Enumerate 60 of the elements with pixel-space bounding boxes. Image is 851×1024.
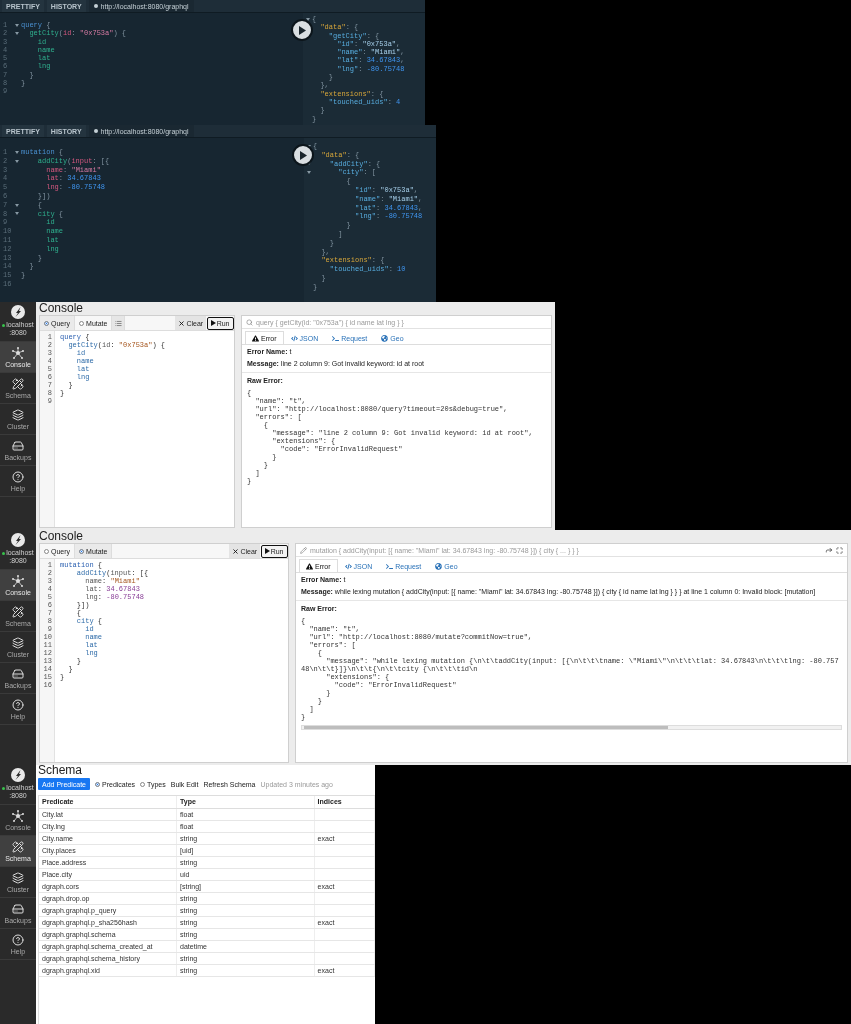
scrollbar[interactable] <box>301 725 842 730</box>
pencil-ruler-icon <box>12 377 24 390</box>
hub-icon <box>12 809 24 822</box>
layers-icon <box>12 408 24 421</box>
radio-icon[interactable] <box>44 548 49 554</box>
radio-icon[interactable] <box>95 781 100 787</box>
play-icon <box>299 150 307 160</box>
terminal-icon <box>332 334 340 342</box>
run-button[interactable] <box>292 144 314 166</box>
play-icon <box>264 548 270 554</box>
fold-icon[interactable] <box>15 23 19 27</box>
page-title: Schema <box>38 765 84 776</box>
logo-icon <box>11 305 25 319</box>
hub-icon <box>12 346 24 359</box>
globe-icon <box>435 562 443 570</box>
code-icon <box>344 562 352 570</box>
code-icon <box>290 334 298 342</box>
radio-icon[interactable] <box>140 781 146 787</box>
pencil-ruler-icon <box>12 840 24 853</box>
page-title: Console <box>39 302 85 314</box>
help-icon <box>12 470 24 483</box>
warning-icon <box>306 562 313 570</box>
globe-icon <box>381 334 389 342</box>
play-icon <box>298 25 306 35</box>
close-icon <box>232 547 240 555</box>
hard-drive-icon <box>12 667 24 680</box>
logo-icon <box>11 533 25 547</box>
fold-icon[interactable] <box>307 171 311 175</box>
close-icon <box>178 319 186 327</box>
fold-icon[interactable] <box>15 212 19 216</box>
radio-icon[interactable] <box>79 320 85 326</box>
run-button[interactable] <box>291 19 313 41</box>
hard-drive-icon <box>12 902 24 915</box>
fold-icon[interactable] <box>15 203 19 207</box>
terminal-icon <box>386 562 394 570</box>
fold-icon[interactable] <box>306 17 310 21</box>
radio-icon[interactable] <box>79 548 85 554</box>
help-icon <box>12 933 24 946</box>
pencil-icon <box>300 546 307 554</box>
share-icon[interactable] <box>825 546 833 554</box>
search-icon <box>246 318 253 326</box>
dot-icon <box>93 129 98 133</box>
page-title: Console <box>39 530 85 542</box>
fold-icon[interactable] <box>15 150 19 154</box>
warning-icon <box>252 334 259 342</box>
radio-icon[interactable] <box>44 320 49 326</box>
fold-icon[interactable] <box>15 31 19 35</box>
fold-icon[interactable] <box>15 159 19 163</box>
pencil-ruler-icon <box>12 605 24 618</box>
logo-icon <box>11 768 25 782</box>
layers-icon <box>12 636 24 649</box>
dot-icon <box>93 4 98 8</box>
hard-drive-icon <box>12 439 24 452</box>
layers-icon <box>12 871 24 884</box>
list-icon <box>114 319 122 327</box>
list-button[interactable] <box>112 316 126 330</box>
play-icon <box>210 320 216 326</box>
fold-icon[interactable] <box>307 144 311 148</box>
help-icon <box>12 698 24 711</box>
hub-icon <box>12 574 24 587</box>
